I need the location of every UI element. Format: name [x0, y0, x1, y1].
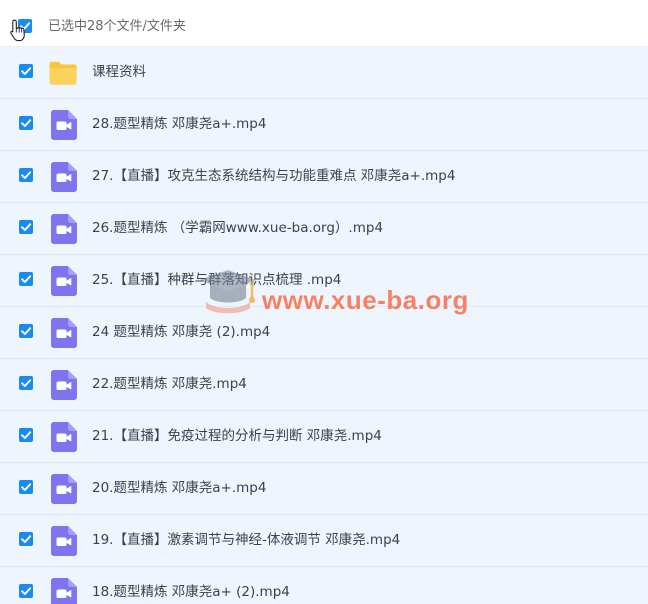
file-row[interactable]: 19.【直播】激素调节与神经-体液调节 邓康尧.mp4	[0, 515, 648, 567]
file-name[interactable]: 26.题型精炼 （学霸网www.xue-ba.org）.mp4	[92, 219, 383, 237]
checkmark-icon	[21, 119, 32, 127]
file-name[interactable]: 18.题型精炼 邓康尧a+ (2).mp4	[92, 583, 290, 601]
file-list-page: 已选中28个文件/文件夹 课程资料 28.题型精炼 邓康尧a+.mp4 27.【直播…	[0, 0, 648, 604]
checkmark-icon	[21, 67, 32, 75]
video-file-icon	[51, 474, 77, 504]
file-name[interactable]: 22.题型精炼 邓康尧.mp4	[92, 375, 247, 393]
row-checkbox[interactable]	[19, 220, 33, 234]
folder-row[interactable]: 课程资料	[0, 46, 648, 99]
checkmark-icon	[21, 587, 32, 595]
file-row[interactable]: 25.【直播】种群与群落知识点梳理 .mp4	[0, 255, 648, 307]
file-name[interactable]: 课程资料	[92, 63, 146, 81]
selection-header: 已选中28个文件/文件夹	[0, 0, 648, 46]
video-file-icon	[51, 318, 77, 348]
video-file-icon	[51, 162, 77, 192]
file-row[interactable]: 21.【直播】免疫过程的分析与判断 邓康尧.mp4	[0, 411, 648, 463]
folder-icon	[49, 61, 77, 85]
row-checkbox[interactable]	[19, 428, 33, 442]
checkmark-icon	[21, 327, 32, 335]
video-file-icon	[51, 214, 77, 244]
file-name[interactable]: 20.题型精炼 邓康尧a+.mp4	[92, 479, 266, 497]
file-row[interactable]: 27.【直播】攻克生态系统结构与功能重难点 邓康尧a+.mp4	[0, 151, 648, 203]
checkmark-icon	[21, 431, 32, 439]
select-all-checkbox[interactable]	[18, 19, 32, 33]
row-checkbox[interactable]	[19, 64, 33, 78]
checkmark-icon	[21, 483, 32, 491]
file-name[interactable]: 21.【直播】免疫过程的分析与判断 邓康尧.mp4	[92, 427, 382, 445]
file-row[interactable]: 28.题型精炼 邓康尧a+.mp4	[0, 99, 648, 151]
file-row[interactable]: 22.题型精炼 邓康尧.mp4	[0, 359, 648, 411]
selection-count-text: 已选中28个文件/文件夹	[48, 19, 186, 34]
row-checkbox[interactable]	[19, 480, 33, 494]
file-row[interactable]: 18.题型精炼 邓康尧a+ (2).mp4	[0, 567, 648, 604]
video-file-icon	[51, 422, 77, 452]
row-checkbox[interactable]	[19, 272, 33, 286]
file-name[interactable]: 28.题型精炼 邓康尧a+.mp4	[92, 115, 266, 133]
file-name[interactable]: 24 题型精炼 邓康尧 (2).mp4	[92, 323, 270, 341]
video-file-icon	[51, 110, 77, 140]
file-name[interactable]: 19.【直播】激素调节与神经-体液调节 邓康尧.mp4	[92, 531, 400, 549]
row-checkbox[interactable]	[19, 116, 33, 130]
file-row[interactable]: 20.题型精炼 邓康尧a+.mp4	[0, 463, 648, 515]
checkmark-icon	[21, 171, 32, 179]
video-file-icon	[51, 526, 77, 556]
checkmark-icon	[21, 535, 32, 543]
file-row[interactable]: 24 题型精炼 邓康尧 (2).mp4	[0, 307, 648, 359]
row-checkbox[interactable]	[19, 376, 33, 390]
file-name[interactable]: 27.【直播】攻克生态系统结构与功能重难点 邓康尧a+.mp4	[92, 167, 455, 185]
file-list: 课程资料 28.题型精炼 邓康尧a+.mp4 27.【直播】攻克生态系统结构与功能重…	[0, 46, 648, 604]
checkmark-icon	[21, 223, 32, 231]
video-file-icon	[51, 266, 77, 296]
file-name[interactable]: 25.【直播】种群与群落知识点梳理 .mp4	[92, 271, 341, 289]
checkmark-icon	[21, 379, 32, 387]
row-checkbox[interactable]	[19, 324, 33, 338]
checkmark-icon	[20, 22, 31, 30]
video-file-icon	[51, 370, 77, 400]
video-file-icon	[51, 578, 77, 604]
row-checkbox[interactable]	[19, 584, 33, 598]
row-checkbox[interactable]	[19, 532, 33, 546]
checkmark-icon	[21, 275, 32, 283]
row-checkbox[interactable]	[19, 168, 33, 182]
file-row[interactable]: 26.题型精炼 （学霸网www.xue-ba.org）.mp4	[0, 203, 648, 255]
